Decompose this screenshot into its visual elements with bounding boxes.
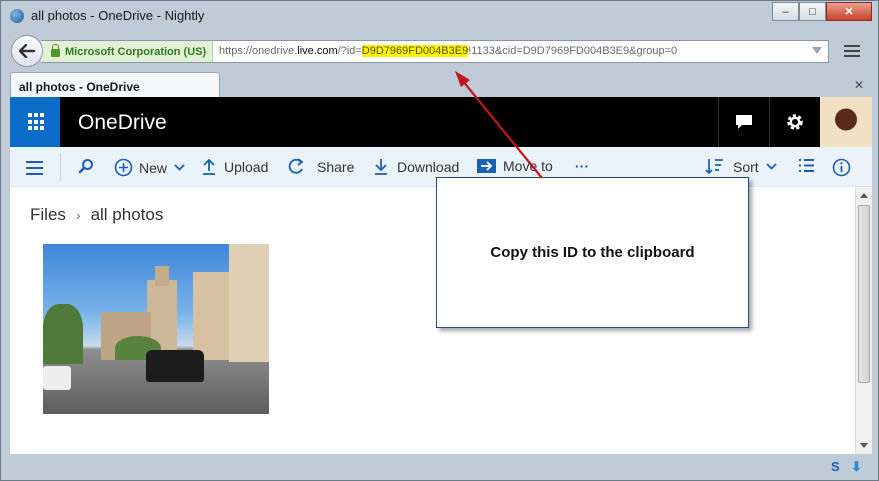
navigation-bar: Microsoft Corporation (US) https://onedr… — [1, 31, 878, 71]
share-icon — [288, 158, 304, 174]
annotation-callout: Copy this ID to the clipboard — [436, 177, 749, 328]
url-suffix: !1133&cid=D9D7969FD004B3E9&group=0 — [468, 45, 678, 57]
move-to-button[interactable]: Move to — [477, 158, 553, 174]
share-label: Share — [317, 158, 355, 175]
breadcrumb: Files › all photos — [30, 205, 163, 225]
new-button[interactable]: New — [114, 158, 185, 177]
sort-icon — [705, 159, 723, 175]
upload-label: Upload — [224, 158, 269, 175]
back-button[interactable] — [11, 35, 43, 67]
url-dropdown-icon[interactable] — [812, 47, 822, 54]
tab-strip: all photos - OneDrive ✕ — [1, 71, 878, 97]
url-id-highlight: D9D7969FD004B3E9 — [361, 45, 469, 57]
upload-icon — [203, 158, 215, 175]
sort-chevron-down-icon — [766, 163, 777, 170]
breadcrumb-files[interactable]: Files — [30, 205, 66, 224]
callout-text: Copy this ID to the clipboard — [490, 244, 695, 261]
chevron-down-icon — [174, 164, 185, 171]
url-mid: /?id= — [337, 45, 362, 57]
view-list-button[interactable] — [798, 158, 815, 173]
onedrive-brand[interactable]: OneDrive — [78, 111, 167, 135]
download-label: Download — [397, 158, 460, 175]
download-icon — [375, 159, 387, 175]
chat-icon — [735, 115, 752, 129]
window-controls: – □ ✕ — [772, 2, 872, 21]
close-tab-icon[interactable]: ✕ — [854, 78, 864, 92]
share-button[interactable]: Share — [287, 158, 354, 175]
download-arrow-icon[interactable]: ⬇ — [851, 459, 865, 474]
download-button[interactable]: Download — [374, 158, 459, 175]
scrollbar-thumb[interactable] — [858, 205, 870, 383]
app-launcher-icon[interactable] — [10, 97, 60, 147]
move-to-icon — [477, 159, 496, 173]
search-button[interactable] — [78, 158, 94, 174]
address-bar[interactable]: Microsoft Corporation (US) https://onedr… — [41, 40, 829, 63]
nav-menu-icon[interactable] — [26, 161, 43, 179]
list-view-icon — [799, 159, 814, 172]
breadcrumb-separator: › — [75, 207, 81, 223]
close-window-button[interactable]: ✕ — [826, 2, 872, 21]
info-icon — [832, 158, 851, 177]
sort-button[interactable]: Sort — [705, 158, 777, 175]
scroll-down-icon[interactable] — [860, 443, 868, 448]
avatar[interactable] — [820, 97, 872, 147]
url-text[interactable]: https://onedrive.live.com/?id=D9D7969FD0… — [219, 45, 677, 57]
vertical-scrollbar[interactable] — [855, 187, 872, 454]
feedback-button[interactable] — [718, 97, 768, 147]
window-title: all photos - OneDrive - Nightly — [31, 8, 205, 23]
command-separator — [60, 153, 61, 181]
url-host: live.com — [297, 45, 338, 57]
url-prefix: https://onedrive. — [219, 45, 298, 57]
minimize-button[interactable]: – — [772, 2, 799, 21]
addon-s-icon[interactable]: S — [831, 459, 845, 474]
upload-button[interactable]: Upload — [202, 158, 268, 175]
plus-circle-icon — [114, 158, 133, 177]
lock-icon — [51, 43, 60, 57]
maximize-button[interactable]: □ — [799, 2, 826, 21]
status-bar: S ⬇ — [1, 454, 878, 480]
site-identity-label: Microsoft Corporation (US) — [65, 45, 207, 58]
breadcrumb-current: all photos — [90, 205, 164, 224]
sort-label: Sort — [733, 158, 759, 175]
move-to-label: Move to — [503, 158, 553, 174]
onedrive-header: OneDrive — [10, 97, 872, 147]
gear-icon — [786, 114, 803, 130]
hamburger-menu-icon[interactable] — [844, 45, 860, 60]
back-arrow-icon — [19, 44, 35, 58]
search-icon — [78, 159, 93, 174]
photo-thumbnail[interactable] — [43, 244, 269, 414]
more-commands-button[interactable]: ··· — [575, 158, 589, 174]
info-button[interactable] — [832, 158, 851, 177]
title-bar: all photos - OneDrive - Nightly – □ ✕ — [1, 1, 878, 31]
browser-globe-icon — [10, 9, 24, 23]
new-label: New — [139, 159, 168, 176]
site-identity[interactable]: Microsoft Corporation (US) — [41, 41, 214, 62]
tab-all-photos[interactable]: all photos - OneDrive — [10, 72, 220, 97]
scroll-up-icon[interactable] — [860, 193, 868, 198]
settings-button[interactable] — [769, 97, 819, 147]
